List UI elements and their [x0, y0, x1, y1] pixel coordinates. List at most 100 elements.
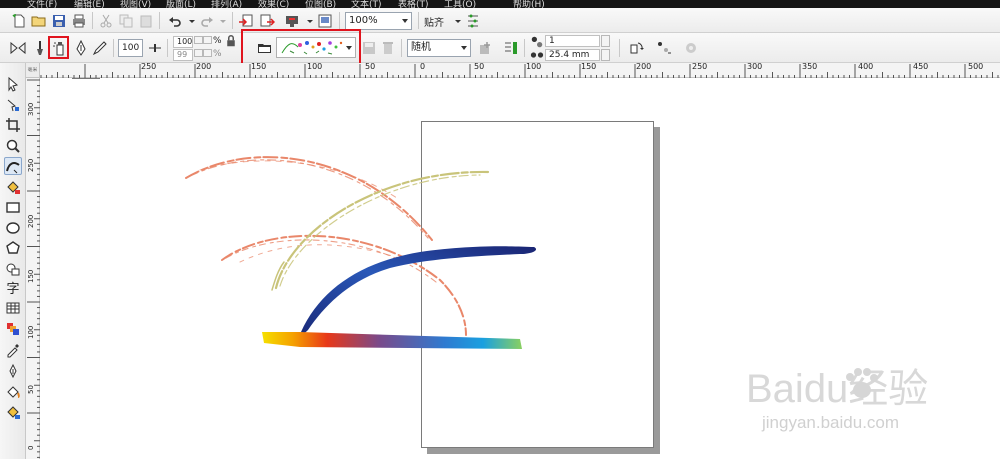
blend-tool-icon[interactable] — [4, 320, 22, 338]
spacing-spinner[interactable] — [601, 49, 610, 61]
menu-help[interactable]: 帮助(H) — [513, 0, 545, 8]
cut-icon[interactable] — [97, 12, 115, 30]
ruler-h-label-400: 400 — [858, 62, 874, 71]
standard-toolbar: 100% 贴齐 — [0, 8, 1000, 33]
browse-folder-icon[interactable] — [256, 39, 274, 57]
ruler-h-label-0: 0 — [420, 62, 426, 71]
ruler-corner-unit[interactable]: 毫米 — [26, 63, 40, 78]
smoothing-input[interactable]: 100 — [118, 39, 143, 57]
ruler-h-label-350: 350 — [802, 62, 818, 71]
menu-file[interactable]: 文件(F) — [27, 0, 57, 8]
save-spray-icon[interactable] — [360, 39, 378, 57]
options-icon[interactable] — [464, 12, 482, 30]
spray-reduction-spinner[interactable] — [194, 49, 203, 57]
delete-spray-icon[interactable] — [379, 39, 397, 57]
new-document-icon[interactable] — [10, 12, 28, 30]
polygon-tool-icon[interactable] — [4, 239, 22, 257]
eyedropper-tool-icon[interactable] — [4, 341, 22, 359]
brush-mode-icon[interactable] — [30, 39, 48, 57]
ellipse-tool-icon[interactable] — [4, 219, 22, 237]
copy-icon[interactable] — [117, 12, 135, 30]
app-launcher-icon[interactable] — [316, 12, 334, 30]
menu-edit[interactable]: 编辑(E) — [74, 0, 105, 8]
playlist-icon[interactable] — [502, 39, 520, 57]
zoom-level-select[interactable]: 100% — [345, 12, 412, 30]
import-icon[interactable] — [237, 12, 255, 30]
offset-icon[interactable] — [655, 39, 673, 57]
shape-tool-icon[interactable] — [4, 96, 22, 114]
calligraphic-mode-icon[interactable] — [72, 39, 90, 57]
ruler-h-label-300: 300 — [747, 62, 763, 71]
paste-icon[interactable] — [137, 12, 155, 30]
spray-preview-icon — [281, 41, 343, 55]
ruler-h-label-250b: 250 — [692, 62, 708, 71]
ruler-h-label-150: 150 — [251, 62, 267, 71]
spray-reduction-spinner-down[interactable] — [203, 49, 212, 57]
menu-tools[interactable]: 工具(O) — [444, 0, 476, 8]
ruler-v-label-200: 200 — [27, 214, 35, 228]
pressure-mode-icon[interactable] — [91, 39, 109, 57]
toolbox: 字 — [0, 63, 26, 459]
menu-layout[interactable]: 版面(L) — [166, 0, 196, 8]
menu-text[interactable]: 文本(T) — [351, 0, 382, 8]
spray-size-spinner[interactable] — [194, 36, 203, 44]
spray-count-spinner[interactable] — [601, 35, 610, 47]
fill-tool-icon[interactable] — [4, 383, 22, 401]
artistic-media-tool-icon[interactable] — [4, 157, 22, 175]
spray-count-input[interactable]: 1 — [545, 35, 600, 47]
horizontal-ruler[interactable]: 250 200 150 100 50 0 50 100 150 200 250 … — [26, 62, 1000, 78]
publish-pdf-icon[interactable] — [283, 12, 301, 30]
ruler-h-label-500: 500 — [968, 62, 984, 71]
snap-to-button[interactable]: 贴齐 — [424, 14, 444, 29]
menu-effects[interactable]: 效果(C) — [258, 0, 289, 8]
ruler-h-label-50b: 50 — [474, 62, 485, 71]
lock-icon[interactable] — [225, 35, 237, 47]
crop-tool-icon[interactable] — [4, 116, 22, 134]
reset-values-icon[interactable] — [682, 39, 700, 57]
open-icon[interactable] — [30, 12, 48, 30]
export-icon[interactable] — [258, 12, 276, 30]
spray-size-input[interactable]: 100 — [173, 36, 193, 48]
spray-size-reduction-input[interactable]: 99 — [173, 49, 193, 61]
menu-bitmaps[interactable]: 位图(B) — [305, 0, 336, 8]
menu-arrange[interactable]: 排列(A) — [211, 0, 242, 8]
print-icon[interactable] — [70, 12, 88, 30]
ruler-unit-label: 毫米 — [27, 66, 38, 73]
menu-table[interactable]: 表格(T) — [398, 0, 429, 8]
baidu-watermark-logo: Baidu经验 jingyan.baidu.com — [746, 367, 928, 432]
drawing-page[interactable] — [421, 121, 654, 448]
ruler-h-label-150b: 150 — [581, 62, 597, 71]
rectangle-tool-icon[interactable] — [4, 198, 22, 216]
basic-shapes-tool-icon[interactable] — [4, 260, 22, 278]
spray-order-select[interactable]: 随机 — [407, 39, 471, 57]
sprayer-highlight — [48, 36, 69, 59]
undo-icon[interactable] — [166, 12, 184, 30]
save-icon[interactable] — [50, 12, 68, 30]
spray-size-spinner-down[interactable] — [203, 36, 212, 44]
ruler-v-label-150: 150 — [27, 269, 35, 283]
smart-fill-tool-icon[interactable] — [4, 178, 22, 196]
table-tool-icon[interactable] — [4, 299, 22, 317]
ruler-h-label-200: 200 — [196, 62, 212, 71]
reduction-percent-label: % — [213, 49, 222, 59]
zoom-tool-icon[interactable] — [4, 137, 22, 155]
text-tool-icon[interactable]: 字 — [4, 278, 22, 297]
preset-mode-icon[interactable] — [9, 39, 27, 57]
smoothing-slider-icon[interactable] — [146, 39, 164, 57]
rotation-icon[interactable] — [627, 39, 645, 57]
salmon-upper-spray-stroke[interactable] — [185, 156, 433, 241]
ruler-v-label-100: 100 — [27, 325, 35, 339]
add-to-playlist-icon[interactable] — [476, 39, 494, 57]
spray-list-select[interactable] — [276, 37, 356, 58]
ruler-h-label-50: 50 — [365, 62, 376, 71]
vertical-ruler[interactable]: 300 250 200 150 100 50 0 — [26, 78, 40, 459]
menu-view[interactable]: 视图(V) — [120, 0, 151, 8]
ruler-v-label-0: 0 — [27, 445, 35, 450]
watermark-brand-text: Baidu经验 — [746, 367, 928, 411]
pick-tool-icon[interactable] — [4, 75, 22, 93]
outline-pen-tool-icon[interactable] — [4, 362, 22, 380]
spray-order-value: 随机 — [411, 42, 431, 53]
redo-dropdown-icon[interactable] — [214, 12, 232, 30]
interactive-fill-tool-icon[interactable] — [4, 403, 22, 421]
spacing-input[interactable]: 25.4 mm — [545, 49, 600, 61]
